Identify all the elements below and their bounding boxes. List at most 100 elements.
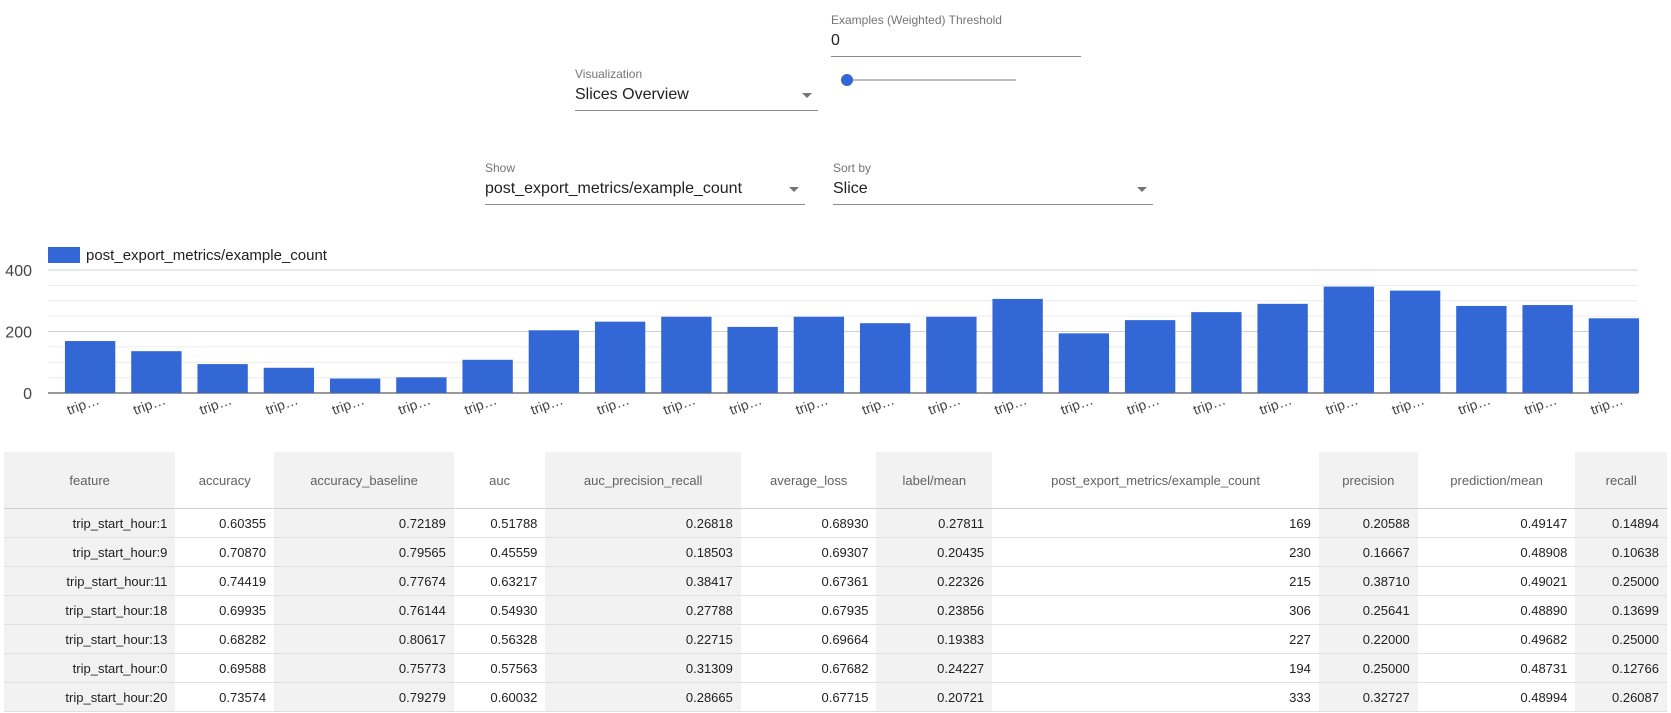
column-header[interactable]: post_export_metrics/example_count <box>992 452 1319 509</box>
x-tick-label: trip… <box>860 391 897 417</box>
x-tick-label: trip… <box>263 391 300 417</box>
metric-cell: 0.23856 <box>876 595 993 625</box>
bar <box>462 359 513 393</box>
metric-cell: 0.67935 <box>740 595 877 625</box>
metric-cell: 0.60355 <box>175 508 275 538</box>
x-tick-label: trip… <box>1125 391 1162 417</box>
sort-by-selected: Slice <box>833 180 868 197</box>
metric-cell: 0.38417 <box>545 566 741 596</box>
metric-cell: 0.56328 <box>453 624 546 654</box>
metric-cell: 0.48890 <box>1417 595 1576 625</box>
column-header[interactable]: accuracy_baseline <box>274 452 454 509</box>
metric-cell: 0.67361 <box>740 566 877 596</box>
threshold-field: Examples (Weighted) Threshold 0 <box>831 13 1081 57</box>
feature-cell: trip_start_hour:20 <box>4 682 176 712</box>
x-tick-label: trip… <box>661 391 698 417</box>
show-value[interactable]: post_export_metrics/example_count <box>485 175 805 205</box>
feature-cell: trip_start_hour:11 <box>4 566 176 596</box>
x-tick-label: trip… <box>1390 391 1427 417</box>
x-tick-label: trip… <box>131 391 168 417</box>
metric-cell: 215 <box>992 566 1319 596</box>
sort-by-select[interactable]: Sort by Slice <box>833 161 1153 205</box>
bar <box>263 367 315 393</box>
metric-cell: 194 <box>992 653 1319 683</box>
visualization-select[interactable]: Visualization Slices Overview <box>575 67 818 111</box>
metric-cell: 0.79279 <box>274 682 454 712</box>
x-tick-label: trip… <box>1323 391 1360 417</box>
threshold-slider-handle[interactable] <box>841 74 853 86</box>
metric-cell: 230 <box>992 537 1319 567</box>
y-tick-label: 400 <box>5 263 32 280</box>
metric-cell: 0.68930 <box>740 508 877 538</box>
threshold-input[interactable]: 0 <box>831 27 1081 57</box>
feature-cell: trip_start_hour:9 <box>4 537 176 567</box>
column-header[interactable]: auc <box>453 452 546 509</box>
show-select[interactable]: Show post_export_metrics/example_count <box>485 161 805 205</box>
bar <box>131 351 182 393</box>
metric-cell: 0.69307 <box>740 537 877 567</box>
table-row: trip_start_hour:20 0.73574 0.79279 0.60032 0… <box>4 682 1667 712</box>
bar <box>329 378 381 393</box>
y-tick-label: 0 <box>23 386 32 403</box>
metric-cell: 0.26087 <box>1575 682 1667 712</box>
metric-cell: 0.32727 <box>1318 682 1418 712</box>
column-header[interactable]: accuracy <box>175 452 275 509</box>
bar <box>926 316 977 393</box>
metric-cell: 0.48731 <box>1417 653 1576 683</box>
metric-cell: 0.16667 <box>1318 537 1418 567</box>
x-tick-label: trip… <box>793 391 830 417</box>
feature-cell: trip_start_hour:13 <box>4 624 176 654</box>
show-label: Show <box>485 161 516 175</box>
bar <box>396 377 447 393</box>
column-header[interactable]: prediction/mean <box>1417 452 1576 509</box>
x-tick-label: trip… <box>197 391 234 417</box>
column-header[interactable]: auc_precision_recall <box>545 452 741 509</box>
y-tick-label: 200 <box>5 325 32 342</box>
chevron-down-icon[interactable] <box>802 93 812 98</box>
metric-cell: 0.48994 <box>1417 682 1576 712</box>
table-row: trip_start_hour:11 0.74419 0.77674 0.63217 0… <box>4 566 1667 596</box>
metric-cell: 0.14894 <box>1575 508 1667 538</box>
bar <box>594 321 646 393</box>
metric-cell: 0.20721 <box>876 682 993 712</box>
feature-cell: trip_start_hour:0 <box>4 653 176 683</box>
feature-cell: trip_start_hour:1 <box>4 508 176 538</box>
bar <box>64 341 116 393</box>
bar <box>1257 303 1308 393</box>
sort-by-value[interactable]: Slice <box>833 175 1153 205</box>
metric-cell: 169 <box>992 508 1319 538</box>
metric-cell: 0.24227 <box>876 653 993 683</box>
column-header[interactable]: average_loss <box>740 452 877 509</box>
bar <box>197 364 248 393</box>
bar <box>992 298 1043 393</box>
chevron-down-icon[interactable] <box>789 187 799 192</box>
bar <box>1124 320 1176 393</box>
metric-cell: 0.72189 <box>274 508 454 538</box>
column-header[interactable]: precision <box>1318 452 1418 509</box>
chevron-down-icon[interactable] <box>1137 187 1147 192</box>
column-header[interactable]: feature <box>4 452 176 509</box>
x-tick-label: trip… <box>595 391 632 417</box>
x-tick-label: trip… <box>1588 391 1625 417</box>
column-header[interactable]: label/mean <box>876 452 993 509</box>
bar <box>1389 290 1441 393</box>
metric-cell: 0.70870 <box>175 537 275 567</box>
metric-cell: 0.60032 <box>453 682 546 712</box>
metric-cell: 0.25641 <box>1318 595 1418 625</box>
table-row: trip_start_hour:0 0.69588 0.75773 0.57563 0.… <box>4 653 1667 683</box>
threshold-slider-track[interactable] <box>846 79 1016 81</box>
metric-cell: 0.51788 <box>453 508 546 538</box>
visualization-value[interactable]: Slices Overview <box>575 81 818 111</box>
metric-cell: 0.25000 <box>1318 653 1418 683</box>
x-tick-label: trip… <box>462 391 499 417</box>
bar <box>1456 305 1507 393</box>
metric-cell: 0.74419 <box>175 566 275 596</box>
metric-cell: 333 <box>992 682 1319 712</box>
column-header[interactable]: recall <box>1575 452 1667 509</box>
metric-cell: 0.49021 <box>1417 566 1576 596</box>
bar <box>528 330 580 393</box>
metric-cell: 0.69664 <box>740 624 877 654</box>
metric-cell: 0.19383 <box>876 624 993 654</box>
metric-cell: 0.20588 <box>1318 508 1418 538</box>
visualization-selected: Slices Overview <box>575 86 689 103</box>
